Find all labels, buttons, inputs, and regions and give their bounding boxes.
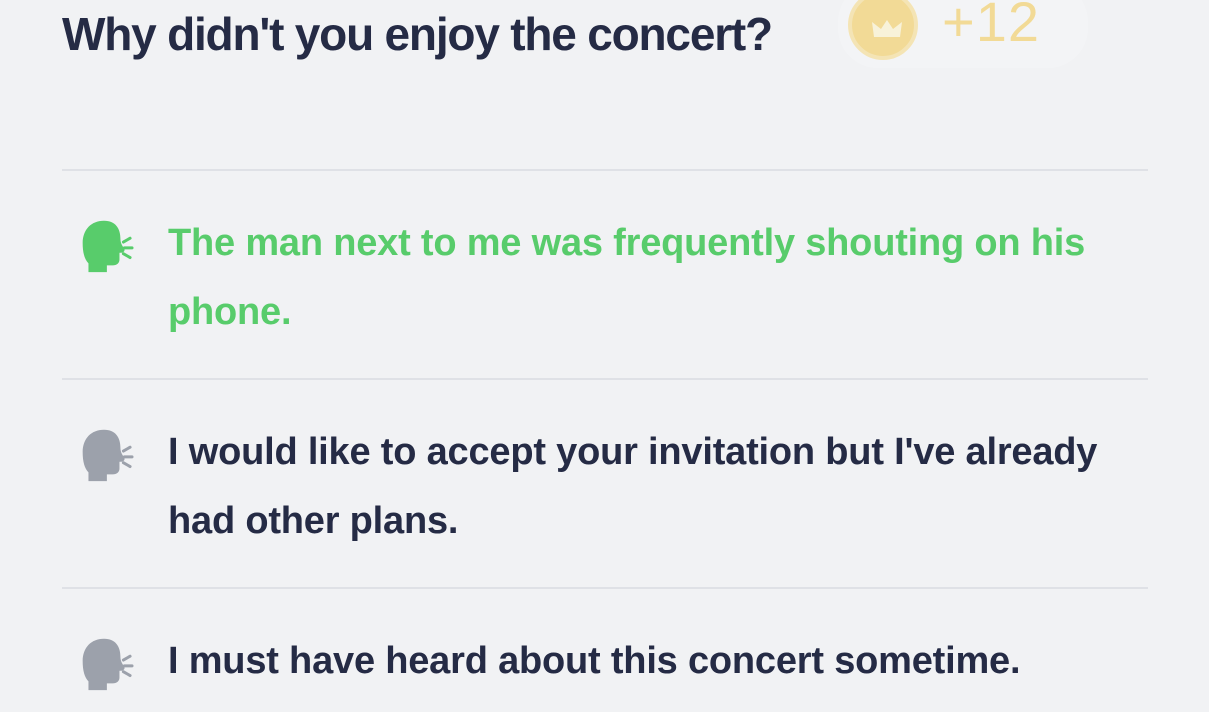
answer-option-3[interactable]: I must have heard about this concert som… [62,627,1148,696]
answer-option-text: I must have heard about this concert som… [168,640,1021,682]
speaking-head-icon [82,638,134,691]
answer-option-1[interactable]: The man next to me was frequently shouti… [62,209,1148,347]
speaking-head-icon [82,220,134,273]
divider [62,378,1148,380]
reward-badge: +12 [838,0,1088,68]
answer-option-text: The man next to me was frequently shouti… [168,222,1086,333]
crown-coin-icon [848,0,918,60]
reward-points: +12 [942,0,1040,53]
question-screen: Why didn't you enjoy the concert? +12 Th… [0,0,1209,712]
answer-option-text: I would like to accept your invitation b… [168,431,1098,542]
divider [62,169,1148,171]
answer-option-2[interactable]: I would like to accept your invitation b… [62,418,1148,556]
speaking-head-icon [82,429,134,482]
question-title: Why didn't you enjoy the concert? [62,8,773,60]
divider [62,587,1148,589]
